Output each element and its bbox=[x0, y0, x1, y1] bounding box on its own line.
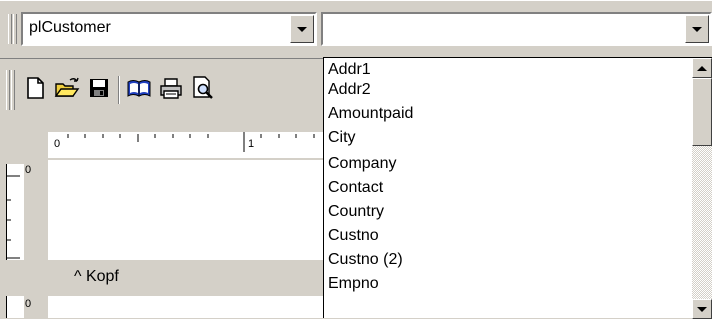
band-header[interactable]: ^ Kopf bbox=[48, 260, 325, 296]
list-item[interactable]: Addr1 bbox=[328, 60, 371, 80]
list-item[interactable]: Contact bbox=[328, 178, 383, 198]
scroll-up-button[interactable] bbox=[692, 58, 712, 78]
toolbar-grip-4[interactable] bbox=[11, 70, 15, 110]
list-item[interactable]: Custno bbox=[328, 226, 379, 246]
print-button[interactable] bbox=[156, 73, 186, 103]
chevron-down-icon bbox=[297, 26, 307, 32]
list-item[interactable]: Empno bbox=[328, 274, 379, 294]
chevron-down-icon bbox=[692, 26, 702, 32]
chevron-up-icon bbox=[697, 65, 707, 71]
vertical-ruler-ticks bbox=[6, 175, 20, 259]
vertical-ruler-label-0-b: 0 bbox=[25, 298, 32, 310]
preview-button[interactable] bbox=[188, 73, 218, 103]
open-book-icon bbox=[127, 80, 151, 97]
field-select[interactable] bbox=[321, 12, 712, 46]
ruler-label-1: 1 bbox=[248, 138, 255, 150]
new-button[interactable] bbox=[20, 73, 50, 103]
save-icon bbox=[90, 79, 108, 97]
dropdown-scrollbar[interactable] bbox=[692, 58, 712, 319]
report-band-area-2[interactable] bbox=[48, 296, 325, 318]
object-select-value: plCustomer bbox=[29, 19, 111, 36]
field-dropdown-list[interactable]: Addr1 Addr2 Amountpaid City Company Cont… bbox=[323, 57, 712, 319]
vertical-ruler-strip-2 bbox=[6, 296, 24, 318]
list-item[interactable]: Country bbox=[328, 202, 384, 222]
book-button[interactable] bbox=[124, 73, 154, 103]
toolbar-grip-3[interactable] bbox=[6, 70, 10, 110]
list-item[interactable]: City bbox=[328, 128, 356, 148]
list-item[interactable]: Custno (2) bbox=[328, 250, 403, 270]
scroll-down-button[interactable] bbox=[692, 299, 712, 319]
open-button[interactable] bbox=[52, 73, 82, 103]
chevron-down-icon bbox=[697, 306, 707, 312]
report-band-area[interactable] bbox=[48, 160, 325, 260]
list-item[interactable]: Company bbox=[328, 154, 396, 174]
field-dropdown-items: Addr1 Addr2 Amountpaid City Company Cont… bbox=[324, 58, 692, 319]
list-item[interactable]: Addr2 bbox=[328, 80, 371, 100]
new-document-icon bbox=[27, 77, 44, 99]
ruler-label-0: 0 bbox=[54, 138, 61, 150]
vertical-ruler-label-0: 0 bbox=[25, 164, 32, 176]
toolbar-separator bbox=[118, 76, 120, 104]
open-folder-icon bbox=[54, 77, 80, 97]
print-preview-icon bbox=[193, 76, 213, 99]
vertical-ruler: 0 0 bbox=[0, 160, 48, 318]
object-select[interactable]: plCustomer bbox=[21, 12, 317, 46]
field-select-dropdown-button[interactable] bbox=[685, 15, 709, 43]
band-header-label: ^ Kopf bbox=[74, 268, 119, 285]
toolbar-grip[interactable] bbox=[8, 14, 12, 44]
scroll-thumb[interactable] bbox=[692, 78, 712, 146]
print-icon bbox=[160, 78, 182, 99]
horizontal-ruler: 0 1 bbox=[0, 118, 325, 160]
list-item[interactable]: Amountpaid bbox=[328, 104, 413, 124]
toolbar-grip-2[interactable] bbox=[13, 14, 17, 44]
object-select-dropdown-button[interactable] bbox=[290, 15, 314, 43]
horizontal-ruler-ticks bbox=[67, 132, 315, 152]
save-button[interactable] bbox=[84, 73, 114, 103]
